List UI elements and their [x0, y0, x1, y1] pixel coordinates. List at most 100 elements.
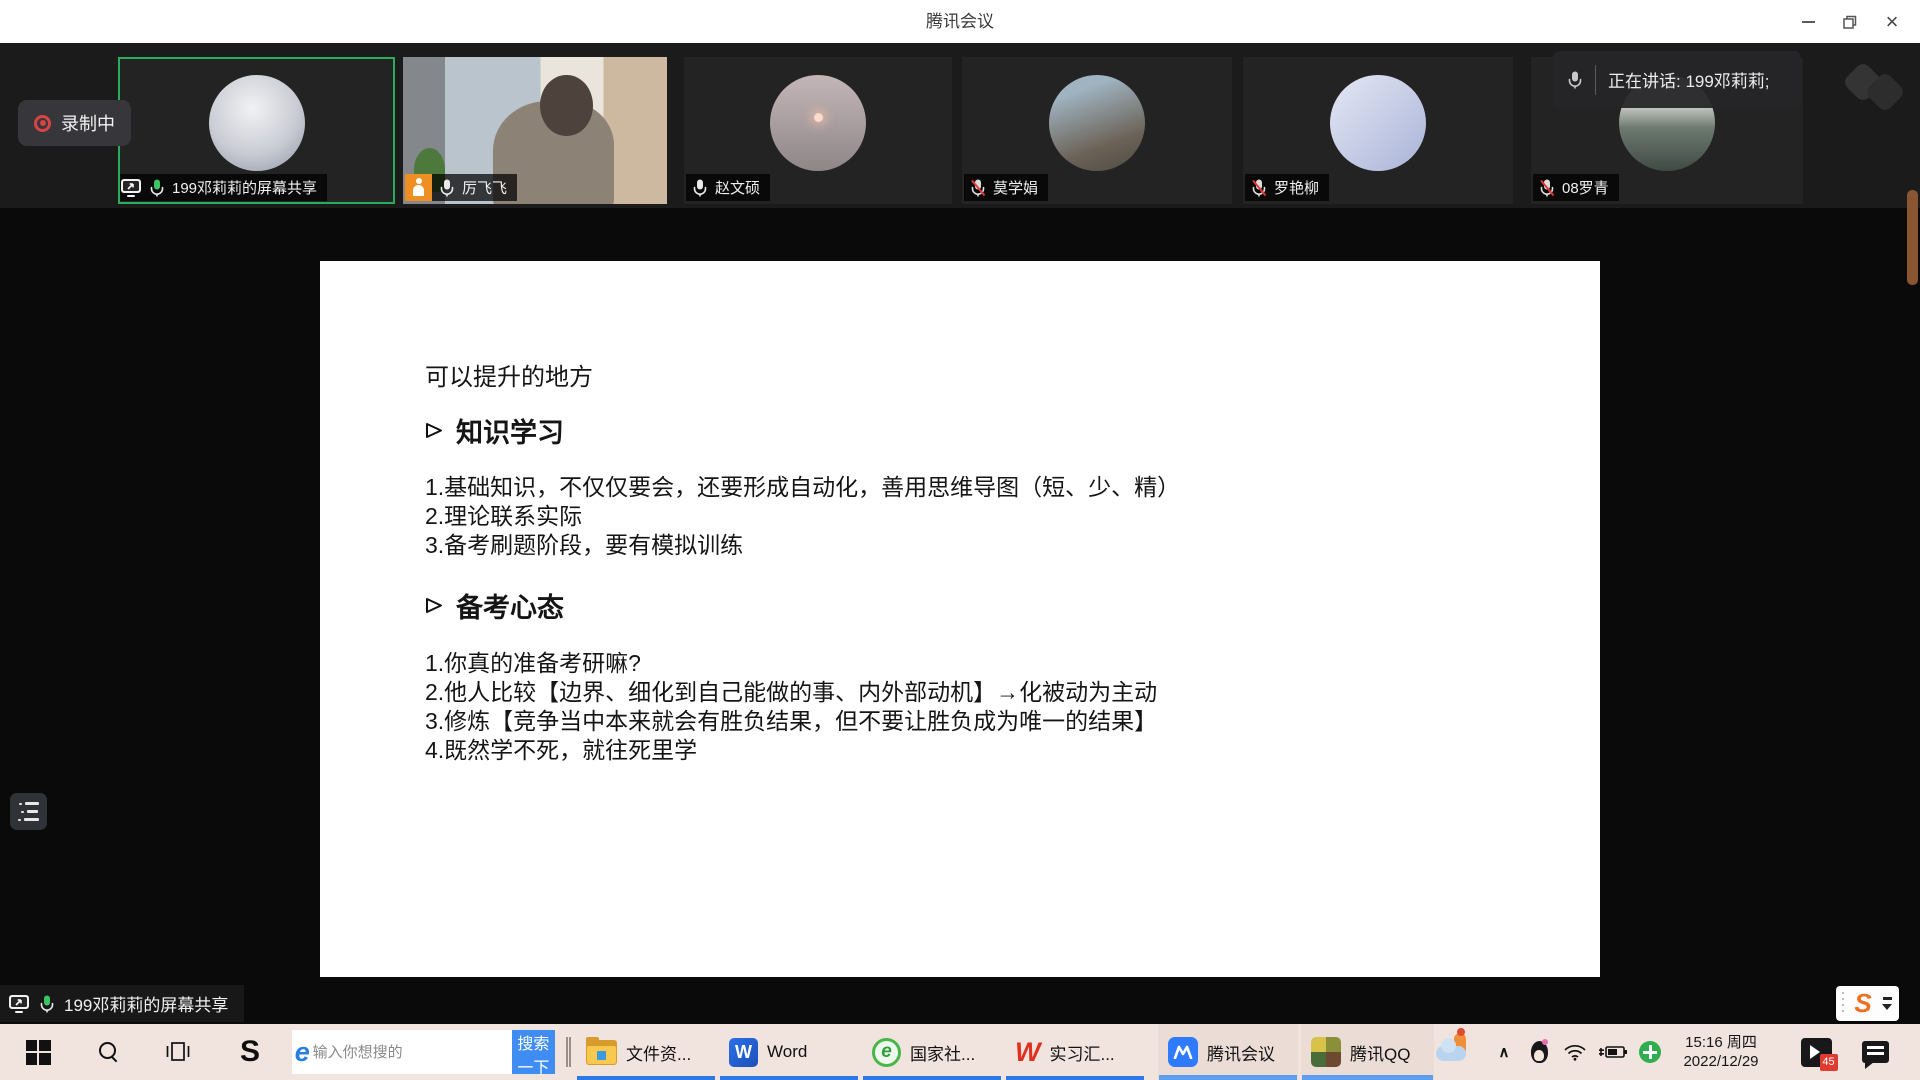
- participant-nametag: 罗艳柳: [1245, 174, 1329, 201]
- 360-security-icon[interactable]: [1634, 1024, 1666, 1080]
- wps-icon: W: [1015, 1037, 1040, 1068]
- participant-tile[interactable]: 罗艳柳: [1243, 57, 1513, 204]
- mic-on-icon: [439, 179, 455, 197]
- meeting-logo-watermark: [1844, 59, 1914, 115]
- tencent-meeting-window: 腾讯会议 ×: [0, 0, 1920, 1080]
- video-player-icon: 45: [1801, 1038, 1832, 1067]
- screen-share-icon: [120, 178, 142, 198]
- taskbar-app-tencent-qq[interactable]: 腾讯QQ: [1301, 1024, 1434, 1080]
- window-title: 腾讯会议: [0, 0, 1920, 43]
- tray-video-app-icon[interactable]: 45: [1792, 1024, 1840, 1080]
- active-speaker-text: 正在讲话: 199邓莉莉;: [1608, 67, 1770, 92]
- task-view-icon: [165, 1039, 191, 1065]
- mic-on-icon: [692, 179, 708, 197]
- active-speaker-toast: 正在讲话: 199邓莉莉;: [1553, 51, 1801, 108]
- close-button[interactable]: ×: [1872, 0, 1912, 43]
- mic-on-icon: [39, 995, 55, 1013]
- member-list-toggle-button[interactable]: [10, 793, 47, 830]
- taskbar-search-widget[interactable]: e 搜索一下: [292, 1030, 555, 1074]
- taskbar-search-button[interactable]: [80, 1024, 136, 1080]
- start-button[interactable]: [10, 1024, 66, 1080]
- windows-logo-icon: [26, 1040, 51, 1065]
- doc-list: 1.你真的准备考研嘛? 2.他人比较【边界、细化到自己能做的事、内外部动机】→化…: [425, 649, 1157, 765]
- taskbar-app-word[interactable]: W Word: [719, 1024, 859, 1080]
- restore-button[interactable]: [1830, 0, 1870, 43]
- taskbar-clock[interactable]: 15:16 周四 2022/12/29: [1668, 1024, 1774, 1080]
- battery-icon[interactable]: [1594, 1024, 1632, 1080]
- word-icon: W: [729, 1038, 758, 1067]
- task-view-button[interactable]: [150, 1024, 206, 1080]
- tray-qq-icon[interactable]: [1522, 1024, 1556, 1080]
- doc-line: 2.理论联系实际: [425, 502, 1180, 531]
- web-search-button[interactable]: 搜索一下: [512, 1030, 555, 1074]
- recording-label: 录制中: [61, 110, 115, 136]
- web-search-input[interactable]: [313, 1030, 512, 1074]
- participant-tile[interactable]: 赵文硕: [684, 57, 952, 204]
- record-icon: [34, 115, 51, 132]
- taskbar-app-tencent-meeting[interactable]: 腾讯会议: [1158, 1024, 1298, 1080]
- participant-nametag: 08罗青: [1533, 174, 1619, 201]
- doc-line: 4.既然学不死，就往死里学: [425, 736, 1157, 765]
- doc-line: 3.备考刷题阶段，要有模拟训练: [425, 531, 1180, 560]
- ie-browser-icon: e: [292, 1030, 313, 1074]
- cloud-icon: [1436, 1046, 1466, 1061]
- search-icon: [97, 1041, 119, 1063]
- ime-menu-icon[interactable]: [1882, 1004, 1892, 1010]
- taskbar-app-wps[interactable]: W 实习汇...: [1005, 1024, 1145, 1080]
- tray-show-hidden-button[interactable]: ∧: [1488, 1024, 1520, 1080]
- mic-muted-icon: [1539, 179, 1555, 197]
- divider: [1595, 65, 1596, 95]
- restore-icon: [1843, 15, 1857, 29]
- avatar: [1049, 75, 1145, 171]
- folder-icon: [586, 1040, 617, 1065]
- sogou-ime-icon[interactable]: S: [1847, 986, 1879, 1021]
- shared-screen-area: 可以提升的地方 知识学习 1.基础知识，不仅仅要会，还要形成自动化，善用思维导图…: [0, 208, 1920, 1024]
- mic-muted-icon: [1251, 179, 1267, 197]
- minimize-icon: [1802, 21, 1815, 23]
- doc-list: 1.基础知识，不仅仅要会，还要形成自动化，善用思维导图（短、少、精） 2.理论联…: [425, 473, 1180, 560]
- participant-name: 厉飞飞: [462, 177, 507, 198]
- participant-name: 莫学娟: [993, 177, 1038, 198]
- arrow-bullet-icon: [425, 421, 444, 440]
- participant-name: 赵文硕: [715, 177, 760, 198]
- doc-heading: 知识学习: [425, 411, 564, 450]
- doc-line: 1.你真的准备考研嘛?: [425, 649, 1157, 678]
- participant-video-strip: 199邓莉莉的屏幕共享 厉飞飞: [0, 43, 1920, 208]
- strip-scrollbar-thumb[interactable]: [1907, 190, 1918, 285]
- participant-nametag: 199邓莉莉的屏幕共享: [120, 174, 327, 201]
- screen-share-icon: [8, 994, 30, 1014]
- avatar: [770, 75, 866, 171]
- participant-nametag: 厉飞飞: [405, 174, 517, 201]
- shared-document: 可以提升的地方 知识学习 1.基础知识，不仅仅要会，还要形成自动化，善用思维导图…: [320, 261, 1600, 977]
- weather-widget[interactable]: [1432, 1024, 1478, 1080]
- doc-heading: 备考心态: [425, 586, 564, 625]
- participant-tile[interactable]: 厉飞飞: [403, 57, 667, 204]
- wifi-icon[interactable]: [1558, 1024, 1592, 1080]
- minimize-button[interactable]: [1788, 0, 1828, 43]
- comment-icon: [1862, 1041, 1889, 1063]
- participant-tile[interactable]: 莫学娟: [962, 57, 1232, 204]
- participant-nametag: 赵文硕: [686, 174, 770, 201]
- avatar: [1330, 75, 1426, 171]
- mic-on-icon: [149, 179, 165, 197]
- notification-center-button[interactable]: [1852, 1024, 1898, 1080]
- close-icon: ×: [1886, 11, 1899, 33]
- ime-minimize-icon[interactable]: [1883, 997, 1892, 1000]
- participant-name: 罗艳柳: [1274, 177, 1319, 198]
- recording-indicator[interactable]: 录制中: [18, 100, 131, 146]
- tencent-qq-icon: [1311, 1037, 1341, 1067]
- green-browser-icon: e: [872, 1038, 901, 1067]
- doc-line: 2.他人比较【边界、细化到自己能做的事、内外部动机】→化被动为主动: [425, 678, 1157, 707]
- sogou-launcher-button[interactable]: S: [222, 1024, 278, 1080]
- share-banner-text: 199邓莉莉的屏幕共享: [64, 991, 228, 1016]
- list-icon: [18, 802, 39, 821]
- drag-handle-icon[interactable]: [1839, 992, 1847, 1016]
- taskbar-app-file-explorer[interactable]: 文件资...: [576, 1024, 716, 1080]
- taskbar-app-browser[interactable]: e 国家社...: [862, 1024, 1002, 1080]
- doc-line: 3.修炼【竞争当中本来就会有胜负结果，但不要让胜负成为唯一的结果】: [425, 707, 1157, 736]
- participant-tile[interactable]: 199邓莉莉的屏幕共享: [118, 57, 395, 204]
- mic-muted-icon: [970, 179, 986, 197]
- input-method-panel[interactable]: S: [1836, 986, 1899, 1021]
- notification-count-badge: 45: [1820, 1054, 1838, 1071]
- doc-intro-line: 可以提升的地方: [425, 357, 593, 392]
